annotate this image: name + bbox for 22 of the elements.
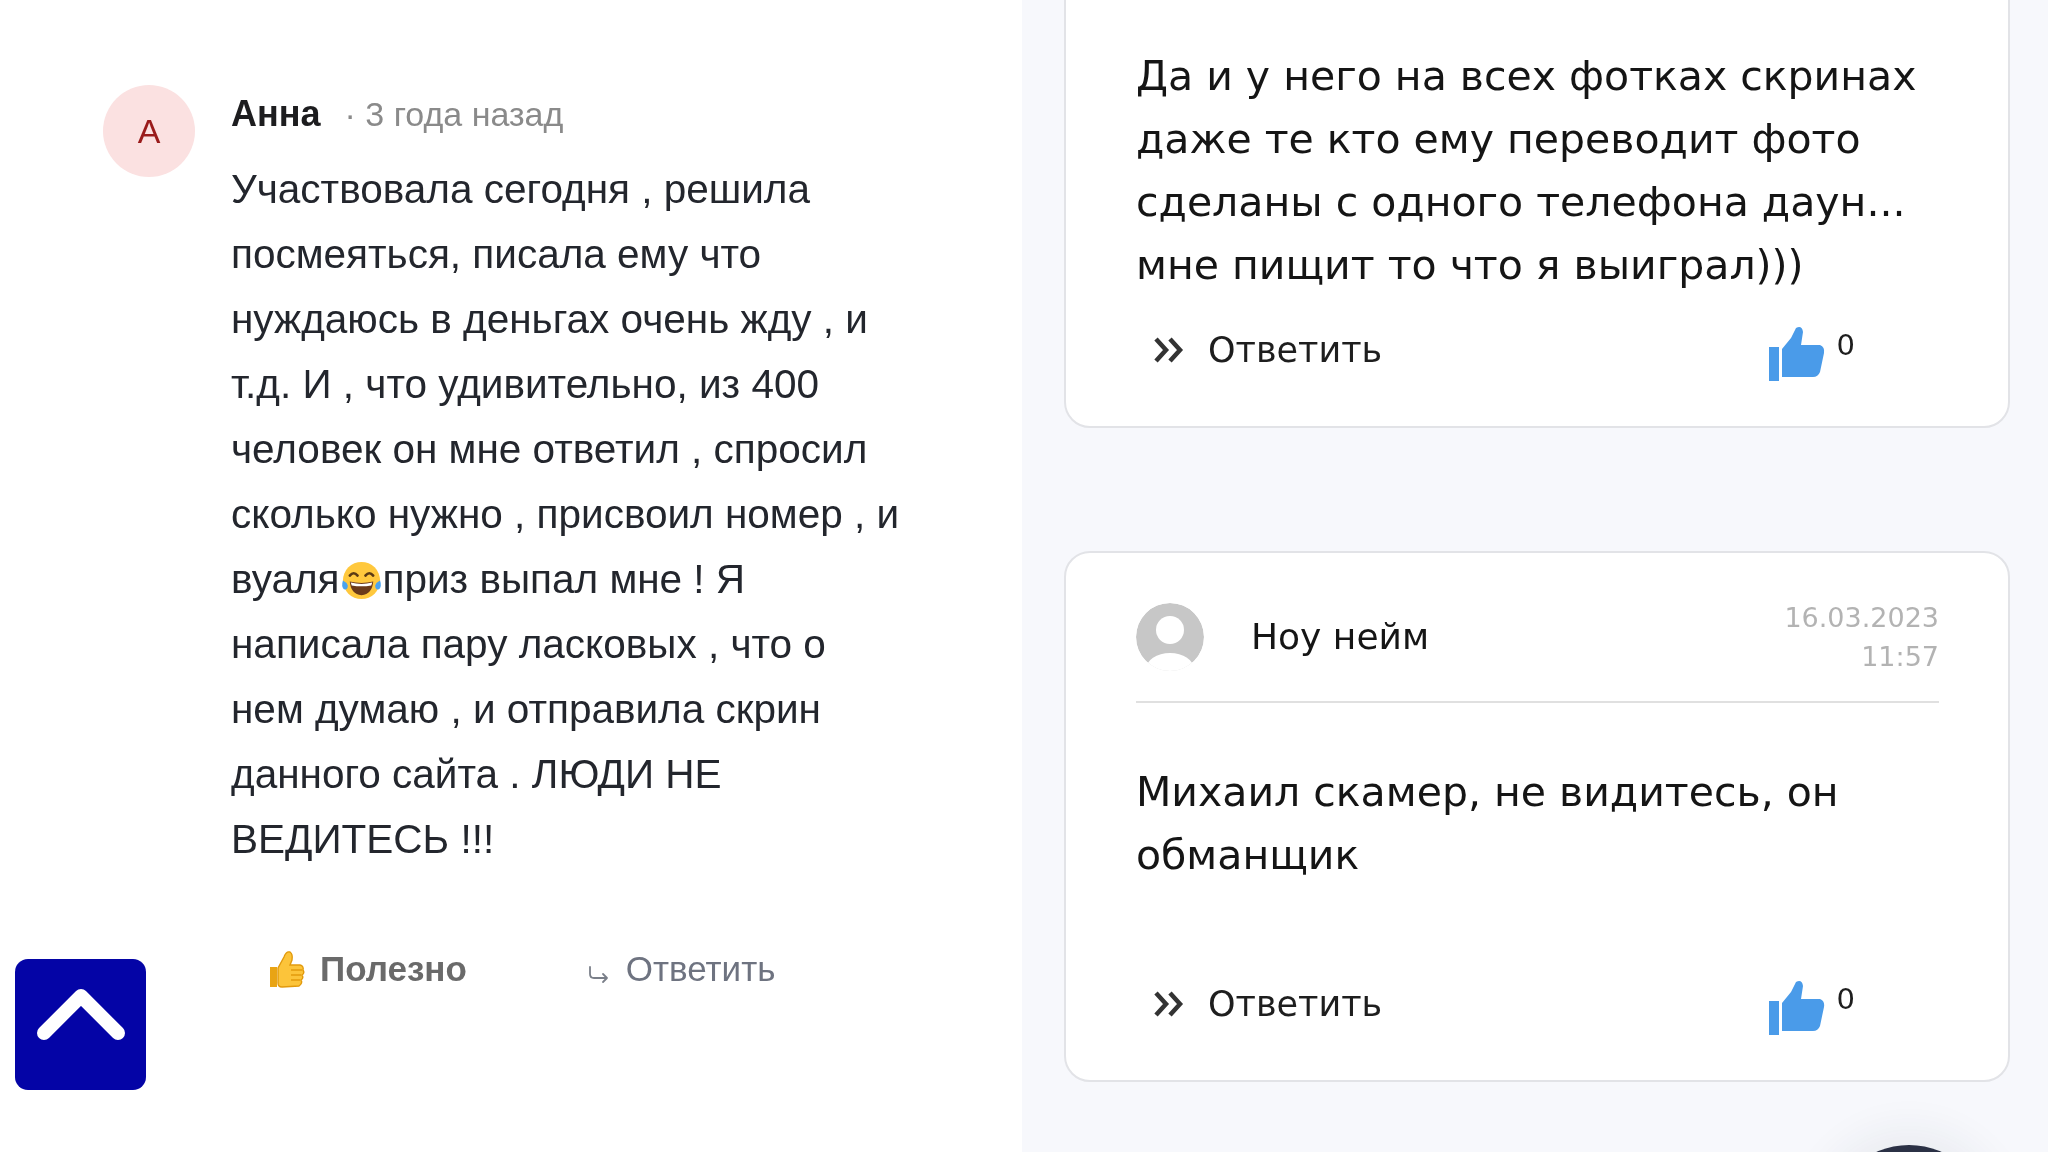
user-icon [1136, 602, 1204, 671]
scroll-to-top-button[interactable] [15, 959, 146, 1090]
chevron-up-icon [36, 987, 125, 1040]
like-button[interactable]: 0 [1768, 319, 1855, 381]
reply-button[interactable]: Ответить [1136, 983, 1383, 1024]
author-avatar: А [103, 85, 195, 177]
author-name: Анна [231, 92, 321, 136]
like-button[interactable]: 0 [1768, 972, 1855, 1035]
comment-time: · 3 года назад [344, 94, 564, 135]
comment-text: Михаил скамер, не видитесь, он обманщик [1136, 766, 1840, 881]
reply-button[interactable]: Ответить [587, 944, 776, 994]
comment-date: 16.03.2023 [1784, 600, 1939, 635]
author-name: Ноу нейм [1251, 616, 1430, 657]
thumbs-up-icon [1768, 978, 1825, 1035]
laughing-emoji-icon [339, 559, 383, 602]
comment-text: Да и у него на всех фотках скринах даже те кто ему переводит фото сделаны с одного телефона даун... мне пищит то что я выиграл))) [1136, 51, 1918, 291]
helpful-button[interactable]: Полезно [266, 944, 467, 994]
reply-button[interactable]: Ответить [1136, 330, 1383, 370]
comment-time: 11:57 [1861, 639, 1939, 674]
comment-text: Участвовала сегодня , решила посмеяться, писала ему что нуждаюсь в деньгах очень жду , и т.д. И , что удивительно, из 400 человек он мне ответил , спросил сколько нужно , присвоил номер , и вуаля приз выпал мне ! Я написала пару ласковых , что о нем думаю , и отправила скрин данного сайта . ЛЮДИ НЕ ВЕДИТЕСЬ !!! [231, 165, 901, 864]
thumbs-up-icon [1768, 325, 1825, 381]
reply-arrow-icon [587, 966, 610, 984]
